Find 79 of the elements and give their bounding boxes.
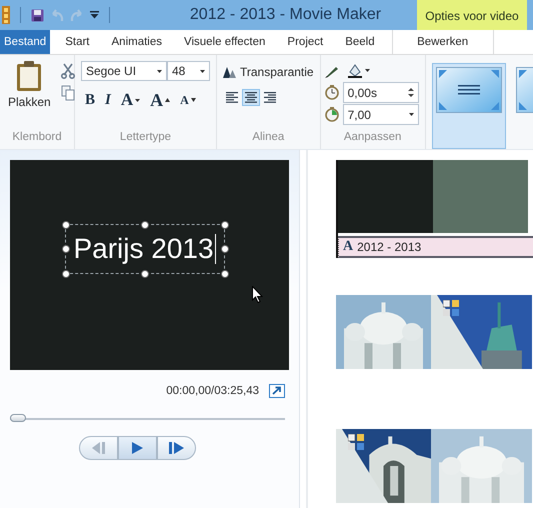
- dropdown-arrow-icon: [135, 98, 140, 102]
- align-left-button[interactable]: [223, 89, 241, 106]
- align-right-icon: [264, 92, 276, 103]
- group-label: Lettertype: [118, 130, 172, 145]
- fullscreen-icon[interactable]: [269, 384, 285, 398]
- dropdown-arrow-icon[interactable]: [90, 11, 99, 19]
- font-size-dropdown[interactable]: 48: [167, 61, 210, 81]
- fill-color-icon[interactable]: [346, 64, 371, 78]
- dropdown-arrow-icon: [408, 113, 414, 116]
- paste-label: Plakken: [8, 95, 51, 109]
- caption-text: Parijs 2013: [73, 232, 214, 264]
- shrink-font-label: A: [180, 92, 189, 108]
- stopwatch-icon: [324, 85, 339, 100]
- window-title: 2012 - 2013 - Movie Maker: [188, 6, 382, 24]
- ribbon-tab[interactable]: Bestand: [0, 30, 50, 54]
- caption-icon: A: [343, 239, 354, 255]
- transparency-label: Transparantie: [240, 65, 314, 79]
- copy-icon[interactable]: [60, 85, 75, 101]
- resize-handle[interactable]: [220, 220, 228, 228]
- duration-dropdown[interactable]: 7,00: [342, 104, 419, 125]
- grow-font-button[interactable]: A: [146, 89, 174, 111]
- resize-handle[interactable]: [62, 244, 70, 252]
- font-size-value: 48: [172, 64, 186, 78]
- resize-handle[interactable]: [62, 270, 70, 278]
- ribbon-tab[interactable]: Animaties: [104, 30, 169, 54]
- cut-icon[interactable]: [60, 63, 75, 79]
- slider-thumb[interactable]: [10, 414, 26, 422]
- down-arrow-icon: [190, 98, 196, 102]
- clipboard-icon: [16, 61, 42, 91]
- effect-gallery-item[interactable]: [432, 63, 506, 149]
- bold-button[interactable]: B: [81, 89, 100, 111]
- zoom-effect-icon: [436, 67, 502, 113]
- transparency-button[interactable]: Transparantie: [223, 65, 314, 79]
- duration-value: 7,00: [348, 108, 371, 122]
- duration-stopwatch-icon: [324, 107, 339, 122]
- align-right-button[interactable]: [261, 89, 279, 106]
- shrink-font-button[interactable]: A: [176, 89, 200, 111]
- group-label: Alinea: [251, 130, 286, 145]
- resize-handle[interactable]: [220, 270, 228, 278]
- ribbon-tab[interactable]: Visuele effecten: [177, 30, 272, 54]
- next-frame-button[interactable]: [157, 436, 196, 460]
- dropdown-arrow-icon: [157, 70, 162, 72]
- start-time-value: 0,00s: [348, 86, 377, 100]
- previous-frame-icon: [92, 442, 106, 454]
- dropdown-arrow-icon: [200, 70, 205, 72]
- font-family-dropdown[interactable]: Segoe UI: [81, 61, 167, 81]
- align-left-icon: [226, 92, 238, 103]
- font-color-label: A: [120, 90, 134, 110]
- resize-handle[interactable]: [140, 270, 148, 278]
- pencil-icon[interactable]: [324, 64, 339, 78]
- ribbon-tab[interactable]: Start: [58, 30, 96, 54]
- ribbon-tab[interactable]: Project: [280, 30, 330, 54]
- save-icon[interactable]: [31, 8, 44, 22]
- resize-handle[interactable]: [220, 244, 228, 252]
- group-label: Klembord: [11, 130, 63, 145]
- resize-handle[interactable]: [62, 220, 70, 228]
- caption-label: 2012 - 2013: [357, 240, 422, 254]
- play-button[interactable]: [118, 436, 157, 460]
- align-center-icon: [245, 92, 257, 103]
- grow-font-label: A: [150, 90, 164, 110]
- pointer-icon: [252, 286, 263, 303]
- playback-time: 00:00,00/03:25,43: [166, 385, 259, 397]
- font-family-value: Segoe UI: [86, 64, 136, 78]
- caption-bar[interactable]: A 2012 - 2013: [338, 236, 533, 258]
- font-color-button[interactable]: A: [116, 89, 144, 111]
- italic-button[interactable]: I: [101, 89, 115, 111]
- ribbon-tab[interactable]: Beeld: [338, 30, 382, 54]
- align-center-button[interactable]: [242, 89, 260, 106]
- spinner-arrows-icon: [408, 88, 414, 97]
- paste-button[interactable]: Plakken: [6, 61, 53, 129]
- ribbon-tab[interactable]: Bewerken: [392, 30, 494, 54]
- next-frame-icon: [169, 442, 184, 454]
- resize-handle[interactable]: [140, 220, 148, 228]
- transparency-icon: [223, 66, 237, 78]
- start-time-field[interactable]: 0,00s: [342, 82, 419, 103]
- play-icon: [132, 442, 143, 454]
- group-label: Aanpassen: [342, 130, 402, 145]
- up-arrow-icon: [165, 98, 170, 102]
- contextual-tab-label: Opties voor video: [417, 0, 527, 30]
